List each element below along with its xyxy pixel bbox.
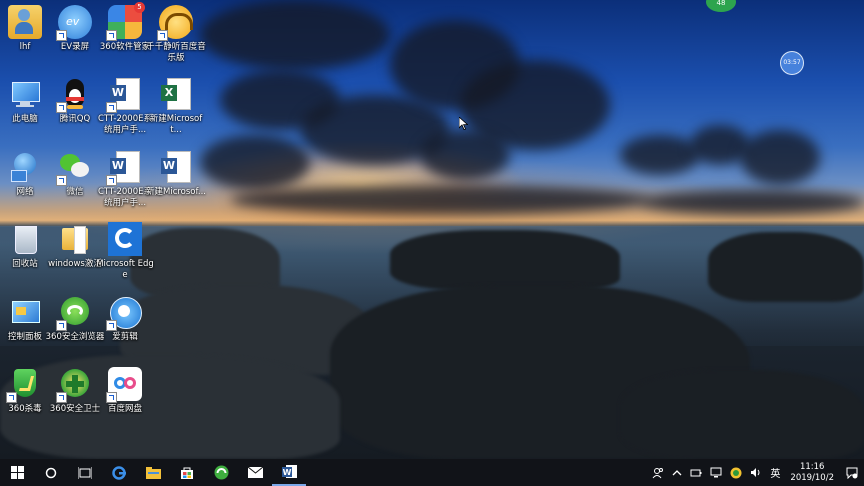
- 360-antivirus-icon: [6, 367, 42, 403]
- start-button[interactable]: [0, 459, 34, 486]
- 360-safe-guard-icon: [730, 467, 742, 478]
- 360-tray-button[interactable]: [726, 459, 746, 486]
- taskbar-store[interactable]: [170, 459, 204, 486]
- taskbar-word[interactable]: W: [272, 459, 306, 486]
- wallpaper-cloud: [620, 135, 700, 175]
- shortcut-arrow-icon: [56, 320, 67, 331]
- user-folder-icon: [8, 5, 42, 39]
- this-pc-icon: [8, 77, 42, 111]
- desktop-icon-new-word[interactable]: W 新建Microsof...: [145, 150, 207, 198]
- 360-browser-icon: [214, 465, 228, 480]
- desktop-icon-edge[interactable]: Microsoft Edge: [94, 222, 156, 281]
- mouse-cursor-icon: [459, 117, 468, 130]
- aijianji-icon: [106, 295, 142, 331]
- shortcut-arrow-icon: [56, 392, 67, 403]
- action-center-button[interactable]: [840, 459, 864, 486]
- taskbar-file-explorer[interactable]: [136, 459, 170, 486]
- edge-icon: [112, 465, 126, 480]
- desktop-icon-aijianji[interactable]: 爱剪辑: [94, 295, 156, 343]
- shortcut-arrow-icon: [56, 175, 67, 186]
- notification-icon: [846, 467, 858, 479]
- qq-penguin-icon: [56, 77, 92, 113]
- wallpaper-rock: [390, 230, 620, 290]
- wallpaper-cloud: [200, 135, 310, 190]
- word-icon: W: [281, 465, 297, 478]
- wallpaper-cloud: [640, 190, 864, 215]
- system-tray: 英 11:16 2019/10/2: [648, 459, 864, 486]
- desktop-icon-ttplayer[interactable]: 千千静听百度音乐版: [145, 5, 207, 64]
- wallpaper-cloud: [230, 185, 650, 215]
- taskbar-360-browser[interactable]: [204, 459, 238, 486]
- 360-safe-guard-icon: [56, 367, 92, 403]
- desktop-icon-baidu-netdisk[interactable]: 百度网盘: [94, 367, 156, 415]
- battery-power-button[interactable]: [686, 459, 706, 486]
- shortcut-arrow-icon: [157, 30, 168, 41]
- chevron-up-icon: [672, 470, 682, 476]
- input-method-indicator[interactable]: 英: [766, 459, 784, 486]
- baidu-netdisk-icon: [106, 367, 142, 403]
- green-notification-badge[interactable]: 48: [706, 0, 736, 12]
- folder-icon: [58, 222, 92, 256]
- shortcut-arrow-icon: [56, 30, 67, 41]
- taskbar-clock[interactable]: 11:16 2019/10/2: [784, 462, 840, 484]
- people-icon: [653, 467, 664, 478]
- word-document-icon: W: [159, 150, 193, 184]
- file-explorer-icon: [145, 466, 161, 479]
- 360-browser-icon: [56, 295, 92, 331]
- wallpaper-cloud: [420, 130, 510, 180]
- taskbar-edge[interactable]: [102, 459, 136, 486]
- shortcut-arrow-icon: [106, 320, 117, 331]
- shortcut-arrow-icon: [106, 30, 117, 41]
- search-circle-icon: [45, 467, 57, 478]
- svg-text:W: W: [282, 468, 291, 477]
- speaker-icon: [751, 468, 760, 477]
- clock-date: 2019/10/2: [790, 472, 834, 483]
- task-view-button[interactable]: [68, 459, 102, 486]
- search-button[interactable]: [34, 459, 68, 486]
- wallpaper-rock: [620, 370, 864, 459]
- show-hidden-icons-button[interactable]: [668, 459, 686, 486]
- ttplayer-music-icon: [157, 5, 193, 41]
- shortcut-arrow-icon: [106, 102, 117, 113]
- task-view-icon: [78, 466, 92, 479]
- edge-icon: [108, 222, 142, 256]
- shortcut-arrow-icon: [106, 392, 117, 403]
- clock-time: 11:16: [799, 461, 825, 472]
- wallpaper-cloud: [740, 130, 820, 185]
- wallpaper-rock: [708, 232, 864, 302]
- taskbar-mail[interactable]: [238, 459, 272, 486]
- shortcut-arrow-icon: [106, 175, 117, 186]
- word-document-icon: W: [106, 77, 142, 113]
- wallpaper-cloud: [200, 0, 390, 70]
- floating-ball-widget[interactable]: 03:57: [780, 51, 804, 75]
- network-monitor-icon: [710, 467, 722, 478]
- excel-document-icon: X: [159, 77, 193, 111]
- windows-start-icon: [10, 466, 24, 479]
- mail-icon: [247, 467, 263, 478]
- control-panel-icon: [8, 295, 42, 329]
- notification-count-badge: 5: [134, 2, 145, 13]
- word-document-icon: W: [106, 150, 142, 186]
- wechat-icon: [56, 150, 92, 186]
- recycle-bin-icon: [8, 222, 42, 256]
- 360-software-manager-icon: 5: [106, 2, 145, 41]
- network-icon: [8, 150, 42, 184]
- power-plug-icon: [690, 469, 702, 476]
- desktop-icon-new-excel[interactable]: X 新建Microsoft...: [145, 77, 207, 136]
- taskbar: W 英 11:16 2019/10/2: [0, 459, 864, 486]
- shortcut-arrow-icon: [6, 392, 17, 403]
- network-status-button[interactable]: [706, 459, 726, 486]
- volume-button[interactable]: [746, 459, 766, 486]
- store-icon: [181, 467, 193, 479]
- shortcut-arrow-icon: [56, 102, 67, 113]
- ev-recorder-icon: ev: [56, 5, 92, 41]
- people-button[interactable]: [648, 459, 668, 486]
